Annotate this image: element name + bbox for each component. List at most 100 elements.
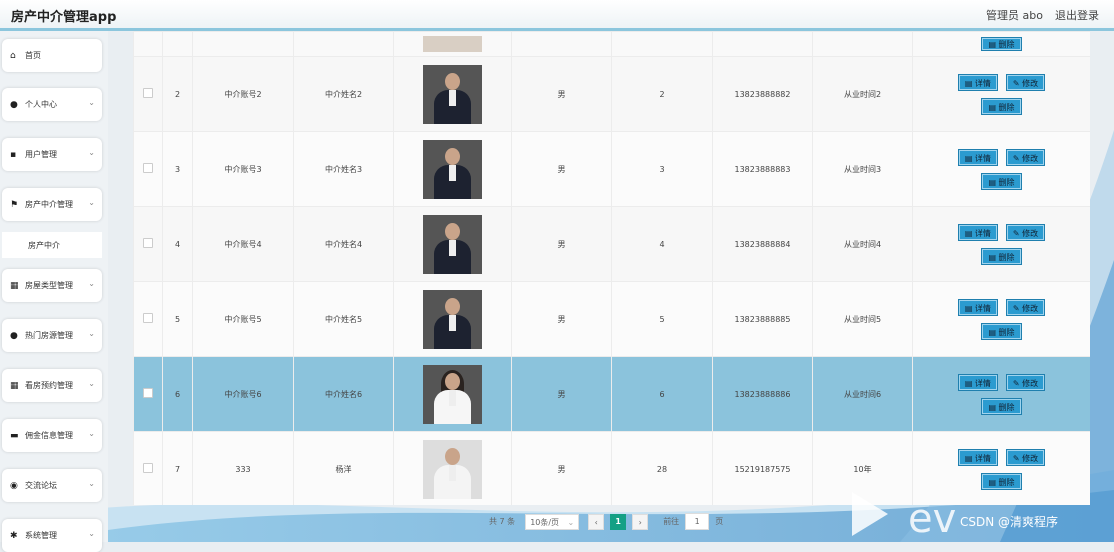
trash-icon: ▤ bbox=[988, 177, 999, 187]
agent-photo bbox=[423, 289, 482, 349]
delete-button[interactable]: ▤ 删除 bbox=[981, 397, 1022, 415]
agent-gender: 男 bbox=[511, 206, 612, 282]
page-size-select[interactable]: 10条/页 ⌄ bbox=[525, 513, 580, 530]
edit-button[interactable]: ✎ 修改 bbox=[1005, 223, 1046, 241]
delete-button[interactable]: ▤ 删除 bbox=[981, 322, 1022, 340]
grid-icon: ▦ bbox=[10, 280, 19, 291]
sidebar-item-5[interactable]: ▦ 房屋类型管理 ⌄ bbox=[2, 269, 102, 302]
delete-button[interactable]: ▤ 删除 bbox=[981, 37, 1022, 51]
agent-account: 中介账号4 bbox=[192, 206, 294, 282]
chevron-down-icon: ⌄ bbox=[88, 98, 95, 107]
agent-phone: 13823888884 bbox=[712, 206, 813, 282]
sidebar-item-1[interactable]: ⌂ 首页 bbox=[2, 39, 102, 72]
agent-photo bbox=[423, 64, 482, 124]
sidebar-item-8[interactable]: ▬ 佣金信息管理 ⌄ bbox=[2, 419, 102, 452]
sidebar-item-4[interactable]: ⚑ 房产中介管理 ⌄ bbox=[2, 188, 102, 221]
agent-account: 中介账号5 bbox=[192, 281, 294, 357]
agent-name: 中介姓名3 bbox=[293, 131, 394, 207]
row-index: 3 bbox=[162, 131, 193, 207]
document-icon: ▤ bbox=[964, 228, 975, 238]
sidebar-item-7[interactable]: ▦ 看房预约管理 ⌄ bbox=[2, 369, 102, 402]
row-index: 4 bbox=[162, 206, 193, 282]
trash-icon: ▤ bbox=[988, 402, 999, 412]
edit-button[interactable]: ✎ 修改 bbox=[1005, 373, 1046, 391]
detail-button[interactable]: ▤ 详情 bbox=[957, 448, 998, 466]
person-icon: ● bbox=[10, 330, 18, 341]
row-checkbox[interactable] bbox=[143, 313, 153, 323]
table-row: 4 中介账号4 中介姓名4 男 4 13823888884 从业时间4 ▤ 详情 ✎ 修改 ▤ 删… bbox=[133, 206, 1090, 282]
goto-label: 前往 bbox=[663, 517, 680, 526]
sidebar-item-9[interactable]: ◉ 交流论坛 ⌄ bbox=[2, 469, 102, 502]
edit-button[interactable]: ✎ 修改 bbox=[1005, 73, 1046, 91]
chevron-down-icon: ⌄ bbox=[88, 479, 95, 488]
sidebar-item-label: 交流论坛 bbox=[25, 481, 57, 490]
goto-page-input[interactable]: 1 bbox=[685, 513, 710, 530]
detail-button[interactable]: ▤ 详情 bbox=[957, 73, 998, 91]
grid-icon: ▦ bbox=[10, 380, 19, 391]
agent-phone: 15219187575 bbox=[712, 431, 813, 505]
edit-button[interactable]: ✎ 修改 bbox=[1005, 148, 1046, 166]
detail-button[interactable]: ▤ 详情 bbox=[957, 148, 998, 166]
row-checkbox[interactable] bbox=[143, 463, 153, 473]
edit-icon: ✎ bbox=[1012, 378, 1023, 388]
agent-name: 中介姓名5 bbox=[293, 281, 394, 357]
edit-button[interactable]: ✎ 修改 bbox=[1005, 298, 1046, 316]
agent-age: 4 bbox=[611, 206, 713, 282]
agent-table: ▤ 删除 2 中介账号2 中介姓名2 男 2 13823888882 从业时间2 ▤ 详情 ✎ … bbox=[133, 31, 1090, 505]
agent-name: 杨洋 bbox=[293, 431, 394, 505]
trash-icon: ▤ bbox=[988, 327, 999, 337]
chevron-down-icon: ⌄ bbox=[88, 429, 95, 438]
detail-button[interactable]: ▤ 详情 bbox=[957, 223, 998, 241]
table-row-partial: ▤ 删除 bbox=[133, 31, 1090, 57]
chevron-down-icon: ⌄ bbox=[567, 517, 575, 527]
table-row: 6 中介账号6 中介姓名6 男 6 13823888886 从业时间6 ▤ 详情 ✎ 修改 ▤ 删… bbox=[133, 356, 1090, 432]
sidebar-item-10[interactable]: ✱ 系统管理 ⌄ bbox=[2, 519, 102, 552]
detail-button[interactable]: ▤ 详情 bbox=[957, 373, 998, 391]
edit-icon: ✎ bbox=[1012, 228, 1023, 238]
chevron-down-icon: ⌄ bbox=[88, 148, 95, 157]
agent-age: 2 bbox=[611, 56, 713, 132]
edit-button[interactable]: ✎ 修改 bbox=[1005, 448, 1046, 466]
sidebar-item-label: 用户管理 bbox=[25, 150, 57, 159]
delete-button[interactable]: ▤ 删除 bbox=[981, 97, 1022, 115]
photo-partial bbox=[423, 36, 482, 52]
sidebar-subitem-agent[interactable]: 房产中介 bbox=[2, 232, 102, 258]
agent-account: 中介账号2 bbox=[192, 56, 294, 132]
prev-page-button[interactable]: ‹ bbox=[588, 513, 605, 530]
pagination: 共 7 条 10条/页 ⌄ ‹ 1 › 前往 1 页 bbox=[489, 513, 723, 530]
row-checkbox[interactable] bbox=[143, 388, 153, 398]
row-index: 7 bbox=[162, 431, 193, 505]
agent-gender: 男 bbox=[511, 431, 612, 505]
sidebar-item-2[interactable]: ● 个人中心 ⌄ bbox=[2, 88, 102, 121]
document-icon: ▤ bbox=[964, 78, 975, 88]
agent-age: 3 bbox=[611, 131, 713, 207]
sidebar-item-label: 佣金信息管理 bbox=[25, 431, 73, 440]
edit-icon: ✎ bbox=[1012, 78, 1023, 88]
location-icon: ◉ bbox=[10, 480, 18, 491]
agent-gender: 男 bbox=[511, 356, 612, 432]
agent-gender: 男 bbox=[511, 281, 612, 357]
sidebar-item-label: 房屋类型管理 bbox=[25, 281, 73, 290]
table-row: 3 中介账号3 中介姓名3 男 3 13823888883 从业时间3 ▤ 详情 ✎ 修改 ▤ 删… bbox=[133, 131, 1090, 207]
agent-account: 中介账号3 bbox=[192, 131, 294, 207]
delete-button[interactable]: ▤ 删除 bbox=[981, 472, 1022, 490]
delete-button[interactable]: ▤ 删除 bbox=[981, 247, 1022, 265]
document-icon: ▤ bbox=[964, 378, 975, 388]
row-checkbox[interactable] bbox=[143, 88, 153, 98]
table-row: 2 中介账号2 中介姓名2 男 2 13823888882 从业时间2 ▤ 详情 ✎ 修改 ▤ 删… bbox=[133, 56, 1090, 132]
flag-icon: ⚑ bbox=[10, 199, 19, 210]
delete-button[interactable]: ▤ 删除 bbox=[981, 172, 1022, 190]
sidebar-item-6[interactable]: ● 热门房源管理 ⌄ bbox=[2, 319, 102, 352]
page-1-button[interactable]: 1 bbox=[610, 513, 627, 530]
edit-icon: ✎ bbox=[1012, 303, 1023, 313]
detail-button[interactable]: ▤ 详情 bbox=[957, 298, 998, 316]
trash-icon: ▤ bbox=[988, 252, 999, 262]
row-checkbox[interactable] bbox=[143, 238, 153, 248]
next-page-button[interactable]: › bbox=[632, 513, 649, 530]
row-checkbox[interactable] bbox=[143, 163, 153, 173]
pager-total: 共 7 条 bbox=[489, 517, 516, 526]
logout-link[interactable]: 退出登录 bbox=[1055, 7, 1099, 23]
sidebar-item-3[interactable]: ▪ 用户管理 ⌄ bbox=[2, 138, 102, 171]
agent-gender: 男 bbox=[511, 56, 612, 132]
document-icon: ▤ bbox=[964, 453, 975, 463]
